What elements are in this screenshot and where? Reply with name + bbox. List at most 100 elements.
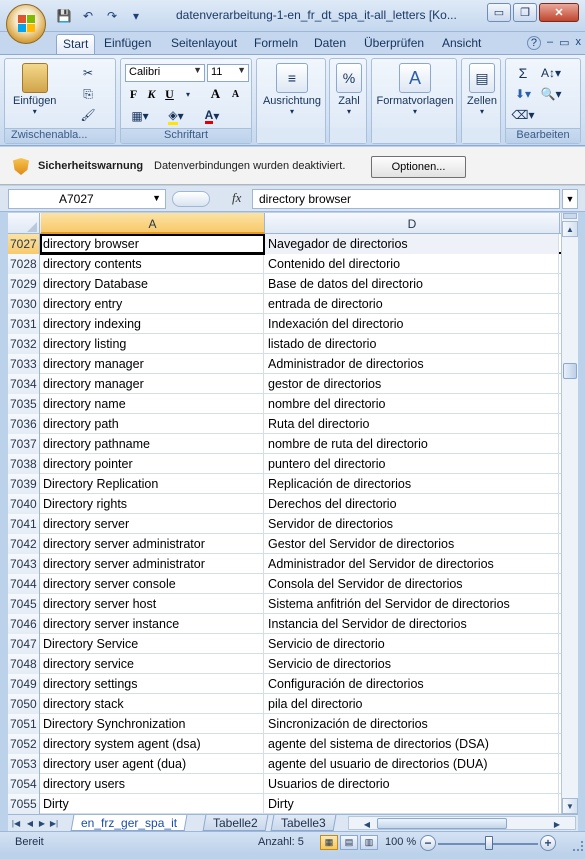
zoom-level[interactable]: 100 % (385, 836, 416, 848)
ribbon-minimize-button[interactable]: – (547, 36, 553, 50)
page-layout-view-icon[interactable]: ▤ (340, 835, 358, 850)
row-header[interactable]: 7031 (8, 314, 40, 334)
redo-icon[interactable]: ↷ (102, 7, 122, 25)
cells-button[interactable]: ▤ Zellen ▾ (464, 63, 500, 116)
row-header[interactable]: 7037 (8, 434, 40, 454)
cell-d[interactable]: Sistema anfitrión del Servidor de direct… (265, 594, 559, 614)
options-button[interactable]: Optionen... (371, 156, 466, 178)
row-header[interactable]: 7047 (8, 634, 40, 654)
row-header[interactable]: 7028 (8, 254, 40, 274)
cell-a[interactable]: directory pointer (41, 454, 264, 474)
zoom-slider-thumb[interactable] (485, 836, 493, 850)
row-header[interactable]: 7053 (8, 754, 40, 774)
row-header[interactable]: 7035 (8, 394, 40, 414)
cell-a[interactable]: directory contents (41, 254, 264, 274)
cell-d[interactable]: Gestor del Servidor de directorios (265, 534, 559, 554)
sheet-tab-tabelle3[interactable]: Tabelle3 (270, 815, 337, 831)
split-box[interactable] (563, 213, 577, 219)
undo-icon[interactable]: ↶ (78, 7, 98, 25)
row-header[interactable]: 7034 (8, 374, 40, 394)
cell-d[interactable]: Base de datos del directorio (265, 274, 559, 294)
vertical-scroll-thumb[interactable] (563, 363, 577, 379)
clear-icon[interactable]: ⌫▾ (512, 106, 535, 124)
cell-d[interactable]: Navegador de directorios (265, 234, 559, 254)
horizontal-scroll-thumb[interactable] (377, 818, 507, 829)
cell-d[interactable]: Replicación de directorios (265, 474, 559, 494)
cell-d[interactable]: Sincronización de directorios (265, 714, 559, 734)
row-header[interactable]: 7044 (8, 574, 40, 594)
row-header[interactable]: 7036 (8, 414, 40, 434)
cell-d[interactable]: pila del directorio (265, 694, 559, 714)
border-icon[interactable]: ▦▾ (125, 107, 155, 125)
column-header-a[interactable]: A (41, 213, 265, 234)
cell-a[interactable]: Directory Service (41, 634, 264, 654)
cell-a[interactable]: Directory rights (41, 494, 264, 514)
scroll-right-icon[interactable]: ▶ (551, 817, 563, 831)
prev-sheet-icon[interactable]: ◀ (24, 816, 36, 830)
cell-d[interactable]: Indexación del directorio (265, 314, 559, 334)
find-icon[interactable]: 🔍▾ (538, 85, 564, 103)
page-break-view-icon[interactable]: ▥ (360, 835, 378, 850)
row-header[interactable]: 7032 (8, 334, 40, 354)
cell-d[interactable]: Consola del Servidor de directorios (265, 574, 559, 594)
row-header[interactable]: 7043 (8, 554, 40, 574)
row-header[interactable]: 7050 (8, 694, 40, 714)
row-header[interactable]: 7052 (8, 734, 40, 754)
tab-start[interactable]: Start (56, 34, 96, 54)
cell-d[interactable]: Servicio de directorios (265, 654, 559, 674)
cell-a[interactable]: directory user agent (dua) (41, 754, 264, 774)
cell-a[interactable]: directory browser (41, 234, 264, 254)
format-painter-icon[interactable]: 🖌 (79, 106, 97, 124)
alignment-button[interactable]: ≡ Ausrichtung ▾ (261, 63, 323, 116)
cell-a[interactable]: directory stack (41, 694, 264, 714)
cell-a[interactable]: directory server instance (41, 614, 264, 634)
cell-d[interactable]: agente del sistema de directorios (DSA) (265, 734, 559, 754)
cell-a[interactable]: directory server administrator (41, 554, 264, 574)
last-sheet-icon[interactable]: ▶| (48, 816, 60, 830)
row-header[interactable]: 7029 (8, 274, 40, 294)
row-header[interactable]: 7048 (8, 654, 40, 674)
tab-seitenlayout[interactable]: Seitenlayout (165, 34, 243, 54)
row-header[interactable]: 7045 (8, 594, 40, 614)
cell-d[interactable]: Derechos del directorio (265, 494, 559, 514)
font-size-combo[interactable]: 11 ▼ (207, 64, 249, 82)
row-header[interactable]: 7038 (8, 454, 40, 474)
number-button[interactable]: % Zahl ▾ (332, 63, 366, 116)
sort-filter-icon[interactable]: A↕▾ (538, 64, 564, 82)
minimize-button[interactable]: ▭ (487, 3, 511, 22)
row-header[interactable]: 7041 (8, 514, 40, 534)
row-header[interactable]: 7030 (8, 294, 40, 314)
resize-grip-icon[interactable] (573, 841, 583, 851)
row-header[interactable]: 7027 (8, 234, 40, 254)
cell-a[interactable]: directory name (41, 394, 264, 414)
cell-a[interactable]: directory server console (41, 574, 264, 594)
cell-d[interactable]: Contenido del directorio (265, 254, 559, 274)
font-color-icon[interactable]: A ▾ (197, 107, 227, 125)
cell-d[interactable]: Administrador de directorios (265, 354, 559, 374)
cell-d[interactable]: Administrador del Servidor de directorio… (265, 554, 559, 574)
cell-d[interactable]: Servidor de directorios (265, 514, 559, 534)
expand-formula-icon[interactable]: ▼ (562, 189, 578, 209)
horizontal-scrollbar[interactable]: ◀ ▶ (348, 816, 576, 830)
formula-separator[interactable] (172, 191, 210, 207)
cell-a[interactable]: directory pathname (41, 434, 264, 454)
cell-d[interactable]: Usuarios de directorio (265, 774, 559, 794)
cell-a[interactable]: directory indexing (41, 314, 264, 334)
cell-a[interactable]: directory users (41, 774, 264, 794)
fill-icon[interactable]: ⬇▾ (512, 85, 534, 103)
cell-a[interactable]: directory path (41, 414, 264, 434)
first-sheet-icon[interactable]: |◀ (10, 816, 22, 830)
cell-d[interactable]: Configuración de directorios (265, 674, 559, 694)
row-header[interactable]: 7051 (8, 714, 40, 734)
row-header[interactable]: 7055 (8, 794, 40, 814)
cell-a[interactable]: directory server administrator (41, 534, 264, 554)
cell-a[interactable]: directory entry (41, 294, 264, 314)
normal-view-icon[interactable]: ▦ (320, 835, 338, 850)
save-icon[interactable]: 💾 (54, 7, 74, 25)
zoom-out-icon[interactable]: − (420, 835, 436, 851)
ribbon-restore-button[interactable]: ▭ (559, 36, 569, 50)
cell-a[interactable]: directory settings (41, 674, 264, 694)
tab-einfuegen[interactable]: Einfügen (98, 34, 157, 54)
select-all-button[interactable] (8, 213, 40, 234)
zoom-in-icon[interactable]: + (540, 835, 556, 851)
